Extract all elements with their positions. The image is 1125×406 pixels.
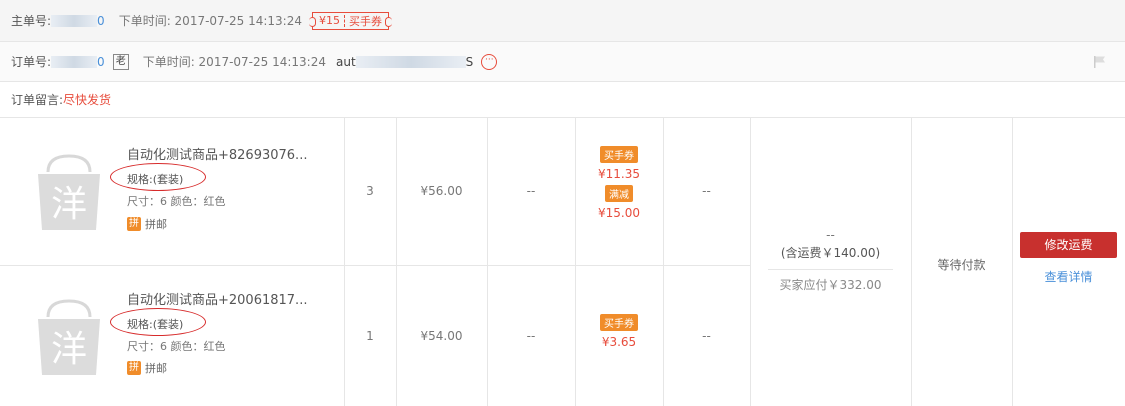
- coupon-tag: ¥15 买手券: [309, 11, 392, 30]
- discount-value: ¥3.65: [601, 335, 637, 349]
- product-title[interactable]: 自动化测试商品+82693076...: [127, 144, 327, 163]
- item-discounts: 买手券 ¥11.35 满减 ¥15.00: [575, 146, 663, 220]
- discount-value: ¥11.35: [598, 167, 640, 181]
- item-column-b: --: [702, 329, 711, 343]
- account-start: aut: [336, 54, 356, 69]
- main-order-id-end[interactable]: 0: [97, 14, 105, 28]
- order-label: 订单号:: [11, 55, 52, 69]
- coupon-text: 买手券: [349, 14, 382, 28]
- discount-badge: 买手券: [600, 314, 638, 331]
- coupon-separator: [344, 14, 345, 27]
- order-items-table: 洋 自动化测试商品+82693076... 规格:(套装) 尺寸：6 颜色：红色…: [0, 118, 1125, 406]
- item-quantity: 1: [366, 329, 374, 343]
- product-size-color: 尺寸：6 颜色：红色: [127, 195, 226, 208]
- shipping-type: 拼 拼邮: [127, 216, 167, 232]
- order-actions: 修改运费 查看详情: [1012, 232, 1125, 285]
- note-text: 尽快发货: [63, 93, 112, 107]
- shipping-type-label: 拼邮: [145, 218, 167, 231]
- item-column-a: --: [526, 329, 536, 343]
- item-column-b: --: [702, 184, 711, 198]
- product-placeholder-icon: 洋: [38, 299, 100, 375]
- old-customer-badge: 老: [112, 53, 129, 70]
- flag-icon[interactable]: [1093, 55, 1107, 69]
- order-note: 订单留言: 尽快发货: [0, 82, 1125, 118]
- note-label: 订单留言:: [11, 93, 64, 107]
- main-order-header: 主单号: 0 下单时间: 2017-07-25 14:13:24 ¥15 买手券: [0, 0, 1125, 42]
- combined-shipping-icon: 拼: [127, 361, 141, 375]
- svg-text:洋: 洋: [51, 184, 87, 225]
- buyer-payable: 买家应付￥332.00: [779, 278, 882, 292]
- discount-badge: 买手券: [600, 146, 638, 163]
- masked-account: [355, 55, 466, 68]
- product-size-color: 尺寸：6 颜色：红色: [127, 340, 226, 353]
- item-price: ¥56.00: [420, 184, 463, 198]
- masked-order-id: [51, 55, 98, 68]
- discount-value: ¥15.00: [598, 206, 640, 220]
- spec-highlight-ellipse: [110, 308, 206, 336]
- main-order-label: 主单号:: [11, 14, 52, 28]
- divider: [344, 118, 345, 406]
- order-total: -- (含运费￥140.00) 买家应付￥332.00: [750, 228, 911, 293]
- view-details-link[interactable]: 查看详情: [1012, 268, 1125, 285]
- modify-shipping-button[interactable]: 修改运费: [1020, 232, 1117, 258]
- table-row: 洋 自动化测试商品+82693076... 规格:(套装) 尺寸：6 颜色：红色…: [0, 118, 344, 265]
- total-dash: --: [826, 228, 835, 242]
- main-order-time: 下单时间: 2017-07-25 14:13:24: [118, 14, 302, 28]
- order-id-end[interactable]: 0: [97, 55, 105, 69]
- discount-badge: 满减: [605, 185, 633, 202]
- shipping-type-label: 拼邮: [145, 362, 167, 375]
- shipping-fee: (含运费￥140.00): [768, 244, 893, 270]
- divider: [487, 118, 488, 406]
- order-header: 订单号: 0 老 下单时间: 2017-07-25 14:13:24 aut S…: [0, 42, 1125, 82]
- spec-highlight-ellipse: [110, 163, 206, 191]
- combined-shipping-icon: 拼: [127, 217, 141, 231]
- order-status: 等待付款: [937, 258, 986, 272]
- masked-main-order-id: [51, 14, 98, 27]
- item-quantity: 3: [366, 184, 374, 198]
- coupon-amount: ¥15: [319, 14, 340, 27]
- product-placeholder-icon: 洋: [38, 154, 100, 230]
- item-column-a: --: [526, 184, 536, 198]
- shipping-type: 拼 拼邮: [127, 360, 167, 376]
- table-row: 洋 自动化测试商品+20061817... 规格:(套装) 尺寸：6 颜色：红色…: [0, 265, 344, 406]
- item-price: ¥54.00: [420, 329, 463, 343]
- divider: [663, 118, 664, 406]
- account-end: S: [465, 54, 474, 69]
- item-discounts: 买手券 ¥3.65: [575, 314, 663, 349]
- order-time: 下单时间: 2017-07-25 14:13:24: [142, 55, 326, 69]
- divider: [396, 118, 397, 406]
- chat-icon[interactable]: ···: [481, 53, 498, 70]
- product-title[interactable]: 自动化测试商品+20061817...: [127, 289, 327, 308]
- svg-text:洋: 洋: [51, 329, 87, 370]
